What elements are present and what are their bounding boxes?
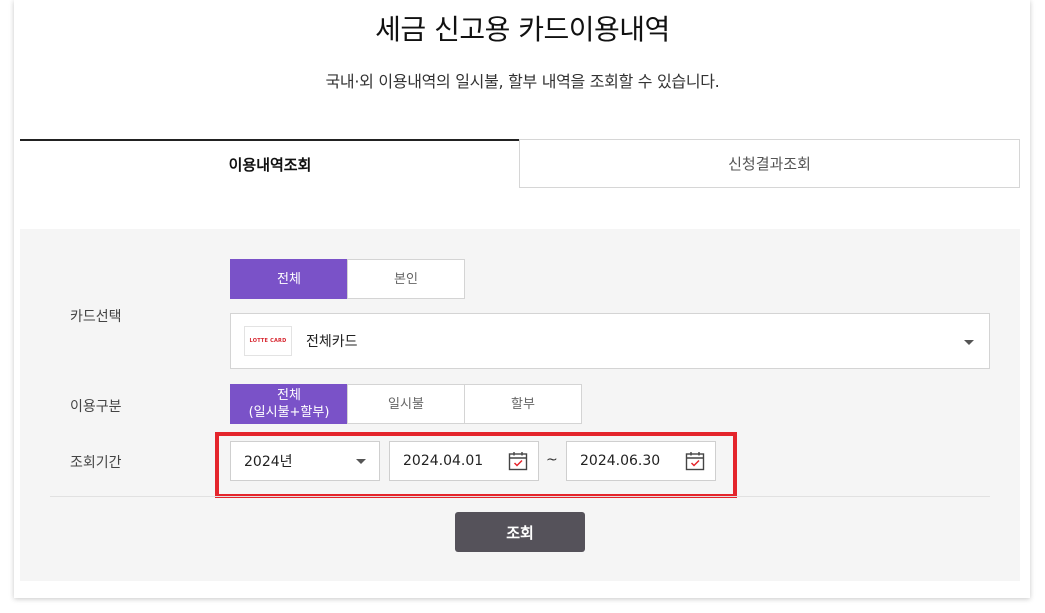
page-title: 세금 신고용 카드이용내역: [375, 13, 670, 46]
period-label: 조회기간: [70, 455, 122, 471]
usage-all-label: 전체: [277, 388, 301, 403]
logo-text: LOTTE CARD: [249, 338, 287, 344]
card-dropdown[interactable]: LOTTE CARD 전체카드: [230, 313, 990, 369]
card-filter-all-button[interactable]: 전체: [230, 259, 348, 299]
lotte-card-logo: LOTTE CARD: [244, 326, 292, 356]
usage-installment-button[interactable]: 할부: [464, 384, 582, 424]
card-dropdown-value: 전체카드: [306, 334, 358, 350]
usage-lump-sum-button[interactable]: 일시불: [347, 384, 465, 424]
divider: [50, 496, 990, 497]
usage-all-sublabel: (일시불+할부): [248, 405, 330, 420]
page-subtitle: 국내·외 이용내역의 일시불, 할부 내역을 조회할 수 있습니다.: [325, 72, 720, 91]
card-filter-self-button[interactable]: 본인: [347, 259, 465, 299]
card-selection-label: 카드선택: [70, 309, 122, 325]
search-button[interactable]: 조회: [455, 512, 585, 552]
tab-application-result[interactable]: 신청결과조회: [519, 139, 1020, 188]
chevron-down-icon: [964, 340, 974, 345]
period-highlight-box: [215, 432, 737, 498]
usage-all-button[interactable]: 전체 (일시불+할부): [230, 384, 348, 424]
tab-usage-inquiry[interactable]: 이용내역조회: [20, 139, 520, 188]
usage-type-label: 이용구분: [70, 399, 122, 415]
